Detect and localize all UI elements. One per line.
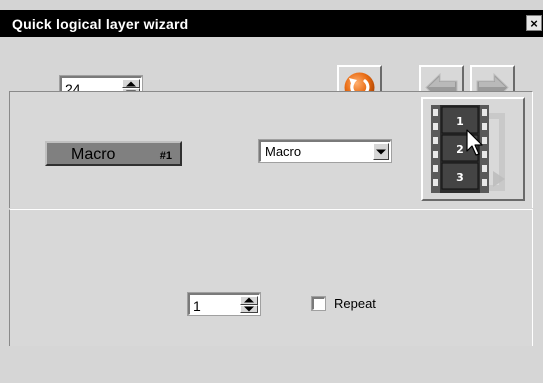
macro-type-select-value: Macro [265,144,302,159]
film-frame-1: 1 [456,115,464,128]
repeat-option[interactable]: Repeat [312,296,376,311]
film-frame-3: 3 [456,171,464,184]
repeat-panel: 1 Repeat [9,209,533,346]
repeat-label: Repeat [334,296,376,311]
close-icon: × [530,15,538,31]
spin-up-button[interactable] [240,296,258,305]
repeat-count-spinbox[interactable]: 1 [188,293,260,315]
mouse-cursor-icon [466,129,483,156]
repeat-count-value[interactable]: 1 [193,298,201,314]
spin-up-button[interactable] [122,79,140,88]
macro-panel: Macro #1 Macro 1 2 3 [9,91,533,208]
spin-down-icon [244,306,254,312]
wizard-window: Quick logical layer wizard × 24 Macro #1… [0,0,543,383]
dropdown-button[interactable] [373,143,389,160]
spin-up-icon [244,297,254,303]
macro-type-select[interactable]: Macro [259,140,391,162]
title-bar: Quick logical layer wizard × [0,10,543,37]
spin-down-button[interactable] [240,304,258,313]
spin-up-icon [126,81,136,86]
repeat-checkbox[interactable] [312,297,325,310]
repeat-count-arrows [240,296,258,313]
chevron-down-icon [376,149,386,154]
macro-button-label: Macro [71,146,116,163]
film-frame-2: 2 [456,143,464,156]
close-button[interactable]: × [526,15,542,31]
macro-button-number: #1 [159,150,172,162]
macro-button[interactable]: Macro #1 [45,141,182,166]
window-title: Quick logical layer wizard [12,16,189,32]
